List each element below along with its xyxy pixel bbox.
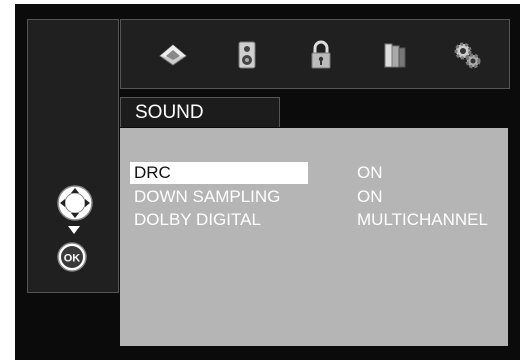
settings-panel: DRC ON DOWN SAMPLING ON DOLBY DIGITAL MU… bbox=[120, 128, 508, 346]
svg-text:OK: OK bbox=[64, 253, 81, 265]
setting-label: DOWN SAMPLING bbox=[134, 187, 281, 206]
menu-icon-bar bbox=[120, 19, 510, 89]
picture-icon[interactable] bbox=[157, 39, 189, 71]
setting-label: DOLBY DIGITAL bbox=[134, 210, 261, 229]
setting-value: ON bbox=[357, 187, 383, 206]
ok-button[interactable]: OK bbox=[56, 241, 88, 273]
dpad-icon bbox=[57, 185, 93, 221]
speaker-icon[interactable] bbox=[231, 39, 263, 71]
setting-label: DRC bbox=[134, 163, 171, 182]
setting-value: MULTICHANNEL bbox=[357, 210, 488, 229]
lock-icon[interactable] bbox=[305, 39, 337, 71]
gears-icon[interactable] bbox=[451, 39, 483, 71]
tab-sound[interactable]: SOUND bbox=[120, 97, 280, 127]
tab-sound-label: SOUND bbox=[135, 102, 204, 123]
setting-value: ON bbox=[357, 163, 383, 182]
down-arrow-icon bbox=[68, 226, 80, 234]
books-icon[interactable] bbox=[379, 39, 411, 71]
